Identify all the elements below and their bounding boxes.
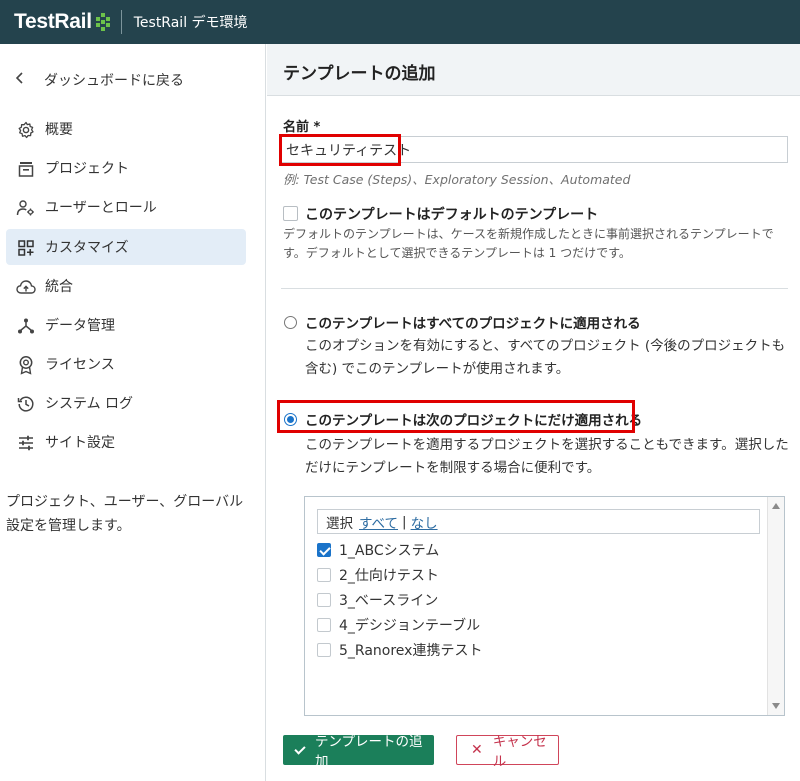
cloud-upload-icon <box>16 277 36 297</box>
sidebar-item-label: システム ログ <box>45 396 134 412</box>
testrail-logo-mark-icon <box>95 13 111 31</box>
close-icon: ✕ <box>471 742 483 758</box>
add-template-button[interactable]: テンプレートの追加 <box>283 734 434 770</box>
sidebar-item-site-settings[interactable]: サイト設定 <box>6 424 246 460</box>
data-management-icon <box>16 316 36 336</box>
back-link-label: ダッシュボードに戻る <box>44 73 184 89</box>
project-name: 5_Ranorex連携テスト <box>339 643 483 659</box>
topbar-divider <box>120 10 122 34</box>
project-item[interactable]: 5_Ranorex連携テスト <box>317 640 482 660</box>
sidebar-item-projects[interactable]: プロジェクト <box>6 150 246 186</box>
project-name: 4_デシジョンテーブル <box>339 618 481 634</box>
sidebar-item-integration[interactable]: 統合 <box>6 268 246 304</box>
apply-selected-projects-description: このテンプレートを適用するプロジェクトを選択することもできます。選択しただけにテ… <box>305 437 789 476</box>
sidebar-item-label: カスタマイズ <box>45 240 129 256</box>
project-item[interactable]: 2_仕向けテスト <box>317 565 439 585</box>
project-checkbox[interactable] <box>317 543 331 557</box>
sidebar-item-system-log[interactable]: システム ログ <box>6 385 246 421</box>
apply-all-projects-label[interactable]: このテンプレートはすべてのプロジェクトに適用される <box>305 312 641 332</box>
sidebar-item-data-management[interactable]: データ管理 <box>6 307 246 343</box>
project-checkbox[interactable] <box>317 568 331 582</box>
sidebar-item-label: ライセンス <box>45 357 115 373</box>
select-label: 選択 <box>326 515 353 532</box>
page-title: テンプレートの追加 <box>283 64 436 84</box>
select-all-link[interactable]: すべて <box>359 512 398 532</box>
project-checkbox[interactable] <box>317 643 331 657</box>
default-template-checkbox[interactable] <box>283 206 298 221</box>
default-template-label[interactable]: このテンプレートはデフォルトのテンプレート <box>305 204 598 224</box>
sidebar-item-license[interactable]: ライセンス <box>6 346 246 382</box>
sidebar-item-users-roles[interactable]: ユーザーとロール <box>6 189 246 225</box>
project-icon <box>16 159 36 179</box>
chevron-left-icon <box>15 72 34 88</box>
name-hint: 例: Test Case (Steps)、Exploratory Session… <box>283 172 631 187</box>
project-list-scrollbar[interactable] <box>767 497 784 715</box>
scroll-down-arrow-icon[interactable] <box>772 703 780 709</box>
license-icon <box>16 355 36 375</box>
gear-icon <box>16 120 36 140</box>
project-selection-list[interactable]: 選択 すべて | なし 1_ABCシステム 2_仕向けテスト 3_ベースライン … <box>304 496 785 716</box>
sidebar-item-overview[interactable]: 概要 <box>6 111 246 147</box>
history-icon <box>16 394 36 414</box>
section-divider <box>281 288 788 289</box>
project-item[interactable]: 3_ベースライン <box>317 590 438 610</box>
project-name: 3_ベースライン <box>339 593 439 609</box>
project-name: 1_ABCシステム <box>339 543 440 559</box>
project-checkbox[interactable] <box>317 618 331 632</box>
select-separator: | <box>402 513 407 530</box>
sidebar-item-label: 概要 <box>45 122 73 138</box>
select-none-link[interactable]: なし <box>411 512 438 532</box>
sidebar-item-label: データ管理 <box>45 318 115 334</box>
sidebar-description: プロジェクト、ユーザー、グローバル設定を管理します。 <box>6 494 244 534</box>
apply-all-projects-description: このオプションを有効にすると、すべてのプロジェクト (今後のプロジェクトも含む)… <box>305 338 786 377</box>
page-header: テンプレートの追加 <box>267 44 800 96</box>
sidebar-item-customize[interactable]: カスタマイズ <box>6 229 246 265</box>
sidebar-item-label: 統合 <box>45 279 73 295</box>
cancel-button[interactable]: ✕ キャンセル <box>456 734 559 770</box>
sidebar-item-label: サイト設定 <box>45 435 115 451</box>
apply-all-projects-radio[interactable] <box>284 316 297 329</box>
project-item[interactable]: 4_デシジョンテーブル <box>317 615 480 635</box>
project-item[interactable]: 1_ABCシステム <box>317 540 439 560</box>
sidebar-item-label: ユーザーとロール <box>45 200 157 216</box>
cancel-button-label: キャンセル <box>492 734 547 770</box>
project-name: 2_仕向けテスト <box>339 568 439 584</box>
top-bar: TestRail TestRail デモ環境 <box>0 0 800 44</box>
add-template-button-label: テンプレートの追加 <box>314 734 423 770</box>
back-to-dashboard-link[interactable]: ダッシュボードに戻る <box>15 70 184 90</box>
customize-icon <box>16 238 36 258</box>
sliders-icon <box>16 433 36 453</box>
apply-selected-projects-radio[interactable] <box>284 413 297 426</box>
users-roles-icon <box>16 198 36 218</box>
template-name-value: セキュリティテスト <box>286 142 412 159</box>
apply-selected-projects-label[interactable]: このテンプレートは次のプロジェクトにだけ適用される <box>305 409 642 429</box>
name-label: 名前 * <box>283 120 321 135</box>
environment-name: TestRail デモ環境 <box>133 15 248 31</box>
template-name-input[interactable]: セキュリティテスト <box>281 136 788 163</box>
checkmark-icon <box>294 742 306 755</box>
project-select-controls: 選択 すべて | なし <box>317 509 760 534</box>
testrail-logo[interactable]: TestRail <box>14 10 92 34</box>
main-content: テンプレートの追加 名前 * セキュリティテスト 例: Test Case (S… <box>267 44 800 781</box>
default-template-description: デフォルトのテンプレートは、ケースを新規作成したときに事前選択されるテンプレート… <box>283 227 774 260</box>
scroll-up-arrow-icon[interactable] <box>772 503 780 509</box>
admin-sidebar: ダッシュボードに戻る 概要 プロジェクト ユーザーとロール カスタマイズ 統合 <box>0 44 266 781</box>
project-checkbox[interactable] <box>317 593 331 607</box>
sidebar-item-label: プロジェクト <box>45 161 129 177</box>
